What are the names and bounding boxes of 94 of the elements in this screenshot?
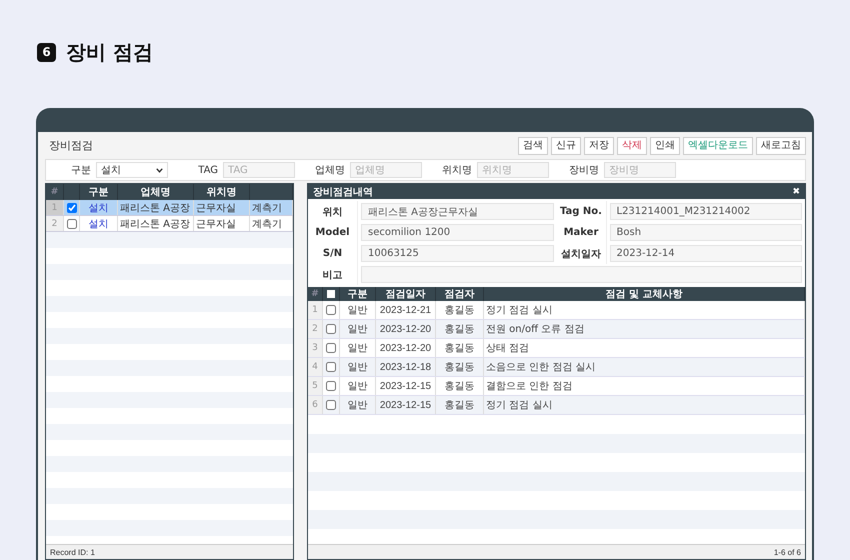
table-cell: 홍길동 [436,396,484,414]
column-header: 점검일자 [376,287,436,301]
table-cell: 홍길동 [436,358,484,376]
screen-title: 장비점검 [48,138,93,153]
input-field[interactable]: 업체명 [350,162,422,178]
table-cell: 정기 점검 실시 [484,301,805,319]
row-checkbox[interactable] [326,324,336,334]
field-value[interactable]: secomilion 1200 [361,224,554,241]
inspection-row[interactable]: 4 일반 2023-12-18 홍길동 소음으로 인한 점검 실시 [308,358,805,377]
table-cell: 홍길동 [436,339,484,357]
table-cell: 전원 on/off 오류 점검 [484,320,805,338]
table-cell: 2023-12-18 [376,358,436,376]
row-checkbox[interactable] [66,218,76,228]
table-cell: 일반 [340,396,376,414]
table-cell: 패리스톤 A공장 [118,216,194,231]
table-cell: 2023-12-15 [376,377,436,395]
table-cell: 홍길동 [436,377,484,395]
remark-field[interactable] [361,266,802,283]
filter-label: TAG [197,164,218,176]
table-cell: 2023-12-20 [376,320,436,338]
table-cell: 계측기 [250,200,293,215]
toolbar-button[interactable]: 인쇄 [650,136,680,154]
filter-label: 위치명 [441,164,472,177]
inspection-row[interactable]: 2 일반 2023-12-20 홍길동 전원 on/off 오류 점검 [308,320,805,339]
table-cell: 일반 [340,320,376,338]
table-cell: 홍길동 [436,301,484,319]
field-label: 설치일자 [556,243,606,264]
inspection-row[interactable]: 6 일반 2023-12-15 홍길동 정기 점검 실시 [308,396,805,415]
column-header: 구분 [340,287,376,301]
toolbar-button[interactable]: 삭제 [617,136,647,154]
table-cell: 설치 [80,200,118,215]
page-heading: 장비 점검 [66,38,153,66]
row-checkbox[interactable] [66,202,76,212]
row-number: 2 [308,320,323,338]
step-number-badge: 6 [37,42,56,62]
filter-label: 장비명 [568,164,599,177]
field-label: Maker [556,222,606,243]
row-number: 2 [46,216,64,231]
toolbar-button[interactable]: 새로고침 [756,136,806,154]
table-cell: 근무자실 [194,200,250,215]
table-cell: 일반 [340,358,376,376]
table-cell: 2023-12-21 [376,301,436,319]
row-checkbox[interactable] [326,400,336,410]
table-cell: 2023-12-20 [376,339,436,357]
filter-label: 업체명 [314,164,345,177]
table-cell: 일반 [340,377,376,395]
field-label: 위치 [308,201,358,222]
input-field[interactable]: 장비명 [604,162,676,178]
table-cell: 소음으로 인한 점검 실시 [484,358,805,376]
column-header: 점검자 [436,287,484,301]
pagination-text: 1-6 of 6 [774,548,801,556]
filter-label: 구분 [70,164,91,177]
field-value[interactable]: 10063125 [361,245,554,262]
field-value[interactable]: L231214001_M231214002 [610,203,802,220]
row-checkbox[interactable] [326,343,336,353]
input-field[interactable]: 위치명 [477,162,549,178]
panel-title: 장비점검내역 [313,186,373,198]
field-label: 비고 [308,264,358,285]
toolbar-button[interactable]: 신규 [551,136,581,154]
row-number: 6 [308,396,323,414]
column-header: 점검 및 교체사항 [484,287,805,301]
table-cell: 패리스톤 A공장 [118,200,194,215]
input-field[interactable]: TAG [223,162,295,178]
table-cell: 일반 [340,301,376,319]
table-cell: 정기 점검 실시 [484,396,805,414]
select-field[interactable]: 설치 [96,162,168,178]
table-cell: 결함으로 인한 점검 [484,377,805,395]
close-icon[interactable]: ✖ [792,186,800,196]
table-cell: 계측기 [250,216,293,231]
row-checkbox[interactable] [326,305,336,315]
field-label: Tag No. [556,201,606,222]
field-value[interactable]: 패리스톤 A공장근무자실 [361,203,554,220]
table-cell: 상태 점검 [484,339,805,357]
table-cell: 일반 [340,339,376,357]
field-value[interactable]: Bosh [610,224,802,241]
row-checkbox[interactable] [326,381,336,391]
chevron-down-icon [156,168,163,172]
table-cell: 근무자실 [194,216,250,231]
header-checkbox[interactable] [327,290,335,298]
toolbar-button[interactable]: 검색 [518,136,548,154]
field-label: S/N [308,243,358,264]
row-number: 1 [308,301,323,319]
row-number: 3 [308,339,323,357]
row-number: 5 [308,377,323,395]
table-cell: 설치 [80,216,118,231]
field-value[interactable]: 2023-12-14 [610,245,802,262]
toolbar-button[interactable]: 엑셀다운로드 [683,136,753,154]
field-label: Model [308,222,358,243]
row-checkbox[interactable] [326,362,336,372]
table-cell: 2023-12-15 [376,396,436,414]
record-id-text: Record ID: 1 [50,548,95,556]
toolbar-button[interactable]: 저장 [584,136,614,154]
row-number: 4 [308,358,323,376]
table-cell: 홍길동 [436,320,484,338]
